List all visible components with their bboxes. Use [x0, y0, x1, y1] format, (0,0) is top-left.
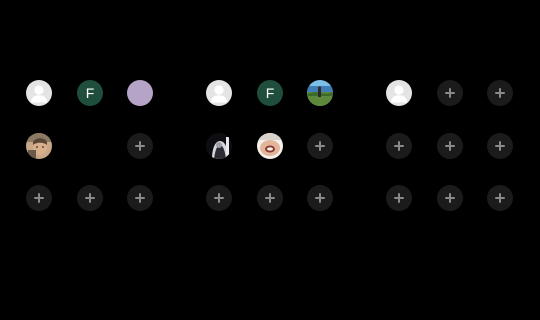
plus-icon: [34, 193, 44, 203]
initial-avatar[interactable]: F: [77, 80, 103, 106]
plus-icon: [315, 141, 325, 151]
add-avatar-button[interactable]: [487, 80, 513, 106]
add-avatar-button[interactable]: [206, 185, 232, 211]
add-avatar-button[interactable]: [437, 133, 463, 159]
default-avatar-icon: [210, 85, 228, 103]
photo-avatar-dark-portrait-photo[interactable]: [206, 133, 232, 159]
plus-icon: [315, 193, 325, 203]
plus-icon: [445, 193, 455, 203]
empty-avatar-slot: [77, 133, 103, 159]
photo-avatar-landscape-photo[interactable]: [307, 80, 333, 106]
add-avatar-button[interactable]: [127, 185, 153, 211]
plus-icon: [85, 193, 95, 203]
plus-icon: [445, 141, 455, 151]
add-avatar-button[interactable]: [77, 185, 103, 211]
initial-avatar[interactable]: F: [257, 80, 283, 106]
add-avatar-button[interactable]: [437, 185, 463, 211]
plus-icon: [394, 193, 404, 203]
add-avatar-button[interactable]: [26, 185, 52, 211]
plus-icon: [495, 88, 505, 98]
plus-icon: [214, 193, 224, 203]
plus-icon: [394, 141, 404, 151]
add-avatar-button[interactable]: [487, 185, 513, 211]
plus-icon: [135, 141, 145, 151]
photo-avatar-face-closeup-photo[interactable]: [257, 133, 283, 159]
default-avatar[interactable]: [26, 80, 52, 106]
avatar-panel-3: [386, 80, 538, 212]
default-avatar-icon: [390, 85, 408, 103]
avatar-panel-2: F: [206, 80, 358, 212]
add-avatar-button[interactable]: [437, 80, 463, 106]
default-avatar-icon: [30, 85, 48, 103]
avatar-panel-1: F: [26, 80, 178, 212]
avatar-initial-letter: F: [265, 85, 275, 101]
avatar-initial-letter: F: [85, 85, 95, 101]
add-avatar-button[interactable]: [127, 133, 153, 159]
add-avatar-button[interactable]: [386, 133, 412, 159]
plus-icon: [495, 193, 505, 203]
avatar-picker-screen: F F: [0, 0, 540, 320]
color-avatar[interactable]: [127, 80, 153, 106]
add-avatar-button[interactable]: [307, 185, 333, 211]
plus-icon: [135, 193, 145, 203]
add-avatar-button[interactable]: [386, 185, 412, 211]
default-avatar[interactable]: [206, 80, 232, 106]
plus-icon: [265, 193, 275, 203]
photo-avatar-person-selfie-photo[interactable]: [26, 133, 52, 159]
add-avatar-button[interactable]: [307, 133, 333, 159]
plus-icon: [495, 141, 505, 151]
plus-icon: [445, 88, 455, 98]
add-avatar-button[interactable]: [487, 133, 513, 159]
default-avatar[interactable]: [386, 80, 412, 106]
add-avatar-button[interactable]: [257, 185, 283, 211]
